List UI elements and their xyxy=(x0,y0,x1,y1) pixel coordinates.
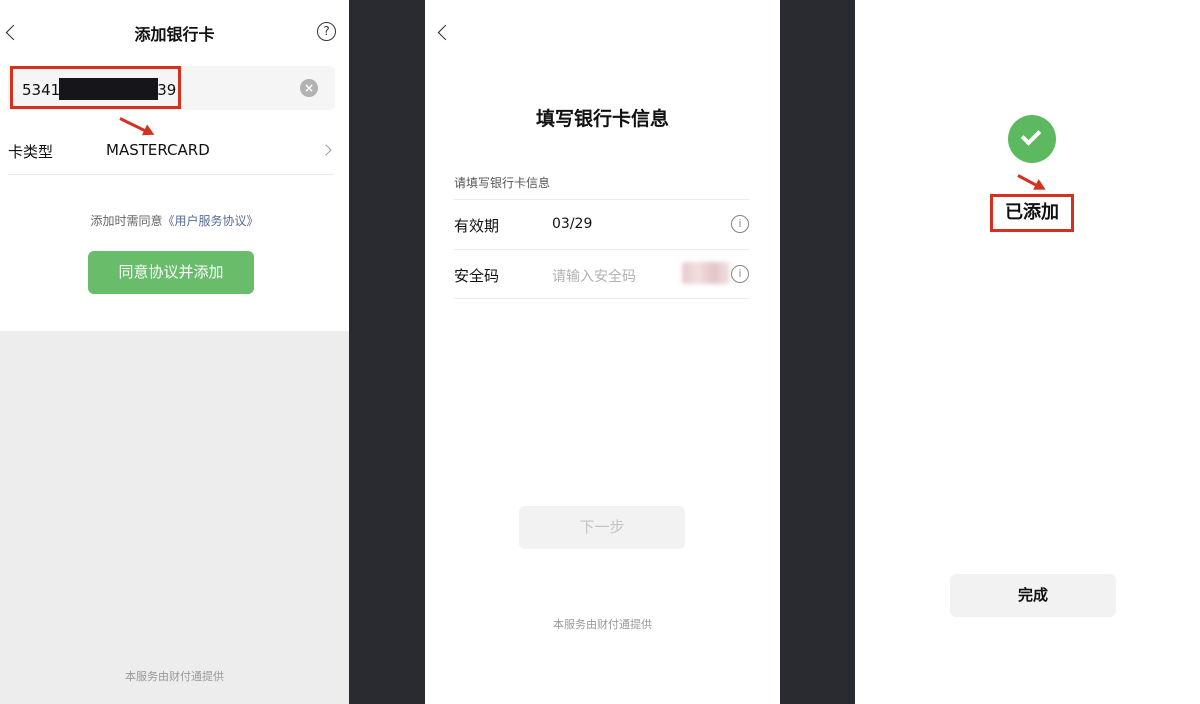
service-provider-footer: 本服务由财付通提供 xyxy=(553,618,652,631)
user-service-agreement-link[interactable]: 《用户服务协议》 xyxy=(163,214,259,228)
info-icon[interactable]: i xyxy=(731,215,749,233)
highlight-box-card-number xyxy=(10,66,181,109)
help-icon[interactable]: ? xyxy=(317,22,336,41)
agreement-prefix: 添加时需同意 xyxy=(90,214,163,228)
nav-bar: 添加银行卡 ? xyxy=(0,0,349,62)
service-provider-footer: 本服务由财付通提供 xyxy=(125,670,224,683)
check-mark xyxy=(1020,125,1042,146)
check-circle-icon xyxy=(1008,115,1056,163)
add-card-screen: 添加银行卡 ? 5341 39 × 卡类型 MASTERCARD 添加时需同意《用… xyxy=(0,0,349,704)
annotation-arrow-2 xyxy=(1017,174,1043,190)
panel-divider-1 xyxy=(349,0,425,704)
expiry-label: 有效期 xyxy=(454,217,500,235)
card-type-value: MASTERCARD xyxy=(106,141,210,159)
next-step-button[interactable]: 下一步 xyxy=(519,506,685,549)
section-hint: 请填写银行卡信息 xyxy=(454,176,551,190)
card-type-label: 卡类型 xyxy=(8,143,54,161)
card-type-row[interactable]: 卡类型 MASTERCARD xyxy=(8,124,334,175)
agree-and-add-button[interactable]: 同意协议并添加 xyxy=(88,251,254,294)
added-status-label: 已添加 xyxy=(990,194,1074,232)
agreement-text: 添加时需同意《用户服务协议》 xyxy=(0,212,349,229)
chevron-right-icon xyxy=(320,144,332,156)
cvv-label: 安全码 xyxy=(454,267,500,285)
blurred-redaction xyxy=(682,262,730,284)
back-chevron-icon[interactable] xyxy=(437,24,454,41)
panel-divider-2 xyxy=(780,0,855,704)
done-button[interactable]: 完成 xyxy=(950,574,1116,617)
expiry-value: 03/29 xyxy=(552,216,593,232)
page-title: 填写银行卡信息 xyxy=(535,108,669,130)
expiry-row[interactable]: 有效期 03/29 i xyxy=(454,199,749,249)
cvv-input[interactable]: 请输入安全码 xyxy=(552,266,636,286)
page-title: 添加银行卡 xyxy=(134,25,215,44)
card-added-screen: 已添加 完成 xyxy=(855,0,1200,704)
clear-icon[interactable]: × xyxy=(300,79,318,97)
cvv-row[interactable]: 安全码 请输入安全码 i xyxy=(454,249,749,299)
card-info-screen: 填写银行卡信息 请填写银行卡信息 有效期 03/29 i 安全码 请输入安全码 … xyxy=(425,0,780,704)
info-icon[interactable]: i xyxy=(731,265,749,283)
